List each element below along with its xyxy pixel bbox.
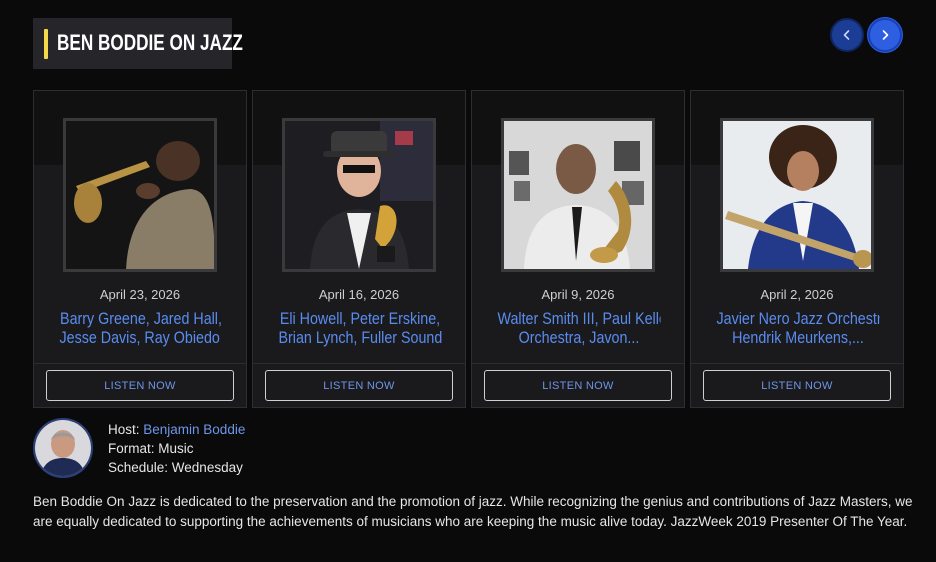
episode-image[interactable] — [501, 118, 655, 272]
listen-now-button[interactable]: LISTEN NOW — [46, 370, 234, 401]
carousel-prev-button[interactable] — [830, 18, 864, 52]
episode-card[interactable]: April 16, 2026 Eli Howell, Peter Erskine… — [252, 90, 466, 408]
episode-date: April 16, 2026 — [318, 287, 400, 302]
episode-date: April 2, 2026 — [760, 287, 834, 302]
episode-image[interactable] — [282, 118, 436, 272]
host-line: Host: Benjamin Boddie — [108, 422, 246, 437]
episode-title-link[interactable]: Walter Smith III, Paul Keller Orchestra,… — [498, 309, 661, 347]
chevron-left-icon — [843, 30, 850, 40]
episode-date: April 23, 2026 — [99, 287, 181, 302]
listen-now-button[interactable]: LISTEN NOW — [703, 370, 891, 401]
host-info: Host: Benjamin Boddie Format: Music Sche… — [108, 420, 245, 477]
host-name-link[interactable]: Benjamin Boddie — [143, 422, 245, 437]
show-description: Ben Boddie On Jazz is dedicated to the p… — [33, 494, 913, 529]
carousel-next-button[interactable] — [868, 18, 902, 52]
schedule-line: Schedule: Wednesday — [108, 460, 243, 475]
chevron-right-icon — [882, 30, 889, 40]
format-line: Format: Music — [108, 441, 194, 456]
episode-image[interactable] — [63, 118, 217, 272]
episode-title-link[interactable]: Javier Nero Jazz Orchestra, Hendrik Meur… — [717, 309, 880, 347]
episode-image[interactable] — [720, 118, 874, 272]
show-title-box: BEN BODDIE ON JAZZ — [33, 18, 243, 69]
listen-now-button[interactable]: LISTEN NOW — [484, 370, 672, 401]
episode-date: April 9, 2026 — [541, 287, 615, 302]
listen-now-button[interactable]: LISTEN NOW — [265, 370, 453, 401]
episode-title-link[interactable]: Barry Greene, Jared Hall, Jesse Davis, R… — [60, 309, 223, 347]
host-avatar[interactable] — [33, 418, 93, 478]
show-title: BEN BODDIE ON JAZZ — [57, 30, 243, 55]
episode-card[interactable]: April 23, 2026 Barry Greene, Jared Hall,… — [33, 90, 247, 408]
title-accent-bar — [44, 29, 48, 59]
episode-title-link[interactable]: Eli Howell, Peter Erskine, Brian Lynch, … — [279, 309, 442, 347]
episode-card[interactable]: April 9, 2026 Walter Smith III, Paul Kel… — [471, 90, 685, 408]
episode-card[interactable]: April 2, 2026 Javier Nero Jazz Orchestra… — [690, 90, 904, 408]
